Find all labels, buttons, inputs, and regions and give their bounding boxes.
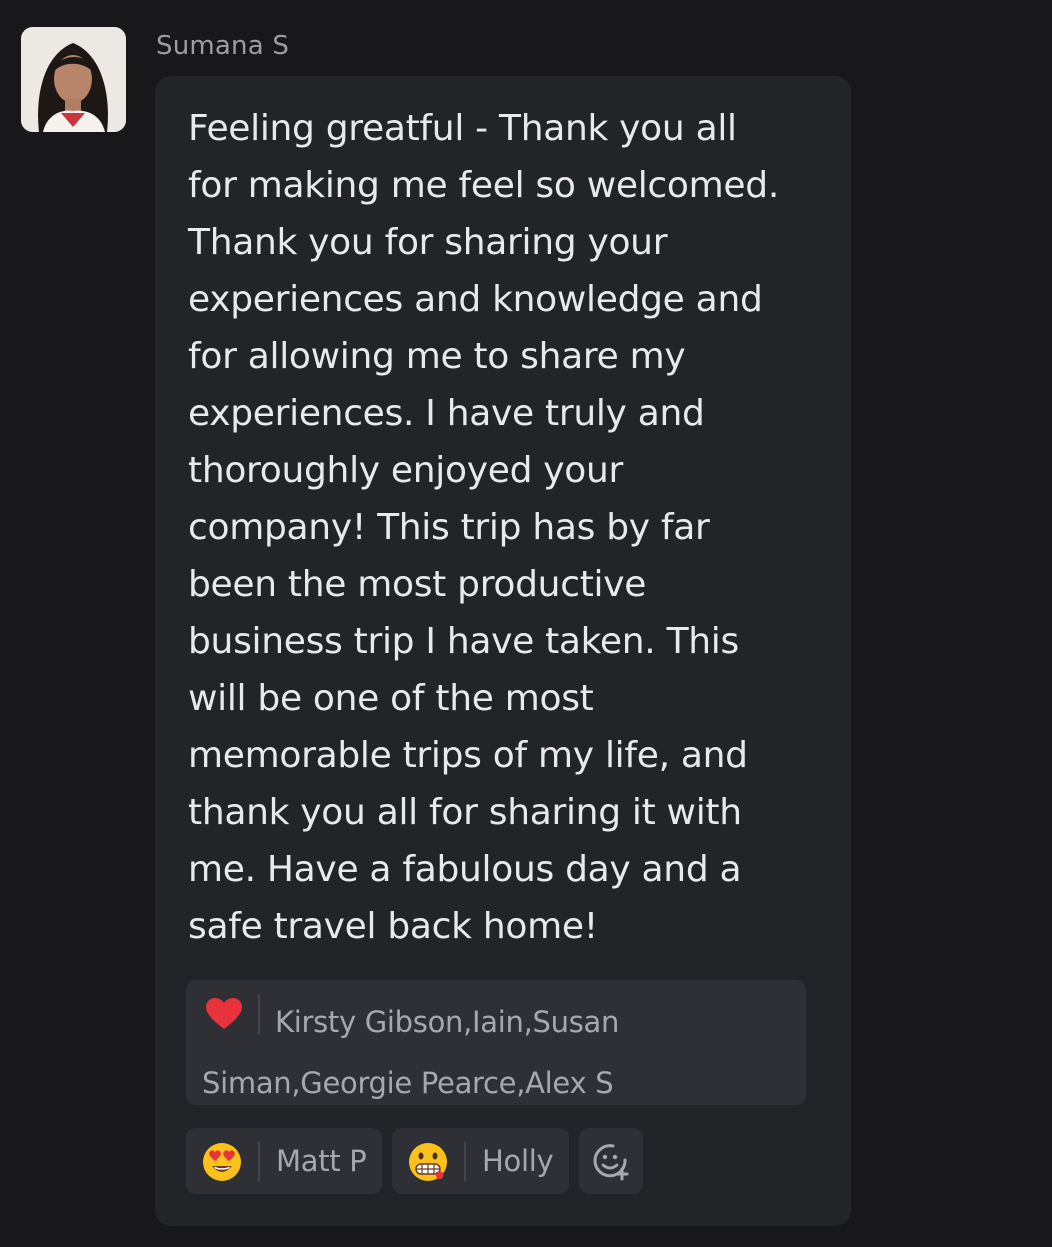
grimacing-emoji xyxy=(409,1143,447,1181)
add-reaction-button[interactable] xyxy=(579,1128,643,1194)
reaction-divider xyxy=(464,1142,466,1182)
avatar-photo xyxy=(21,27,126,132)
chat-view: Sumana S Feeling greatful - Thank you al… xyxy=(0,0,1052,1247)
reaction-users: Matt P xyxy=(276,1144,367,1178)
sender-name[interactable]: Sumana S xyxy=(156,28,289,64)
reaction-users: Holly xyxy=(482,1144,554,1178)
message-text: Feeling greatful - Thank you all for mak… xyxy=(188,108,779,947)
heart-eyes-emoji xyxy=(203,1143,241,1181)
reaction-heart[interactable]: Kirsty Gibson,Iain,Susan Siman,Georgie P… xyxy=(186,980,806,1105)
reaction-divider xyxy=(258,1142,260,1182)
reaction-heart-eyes[interactable]: Matt P xyxy=(186,1128,382,1194)
avatar[interactable] xyxy=(21,27,126,132)
add-reaction-icon xyxy=(593,1144,629,1181)
reaction-users: Kirsty Gibson,Iain,Susan Siman,Georgie P… xyxy=(202,1005,620,1100)
reaction-grimacing[interactable]: Holly xyxy=(392,1128,569,1194)
